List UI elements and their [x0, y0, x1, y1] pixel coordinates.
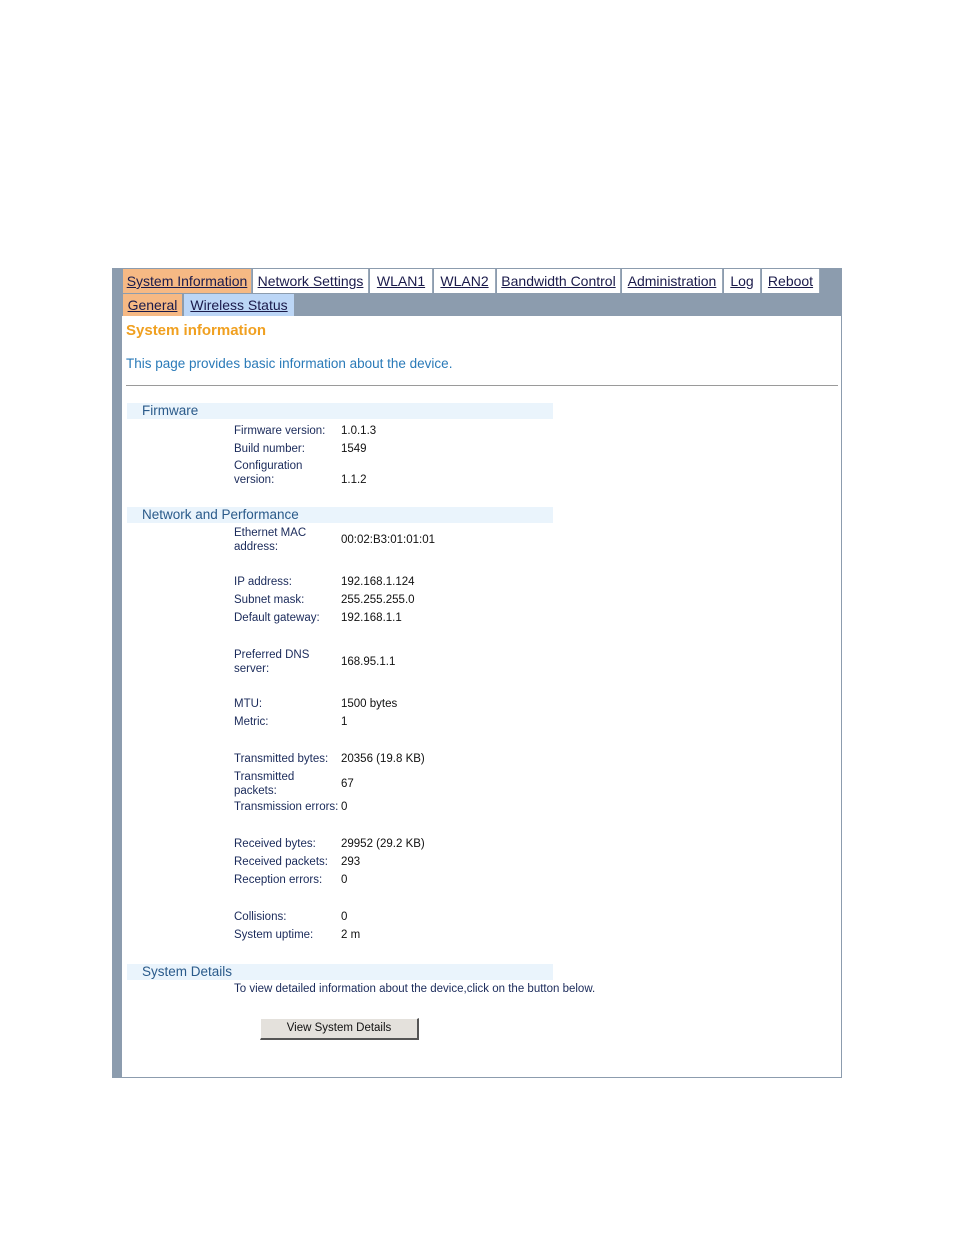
tab-log[interactable]: Log	[724, 269, 761, 293]
value-configuration-version: 1.1.2	[341, 474, 367, 486]
label-collisions: Collisions:	[234, 911, 287, 923]
label-configuration-version: Configuration version:	[234, 460, 303, 486]
label-metric: Metric:	[234, 716, 269, 728]
value-transmission-errors: 0	[341, 801, 348, 813]
section-header-system-details: System Details	[127, 964, 553, 980]
value-system-uptime: 2 m	[341, 929, 361, 941]
value-ethernet-mac: 00:02:B3:01:01:01	[341, 534, 435, 546]
value-preferred-dns: 168.95.1.1	[341, 656, 396, 668]
divider	[126, 385, 838, 386]
value-mtu: 1500 bytes	[341, 698, 398, 710]
system-details-note: To view detailed information about the d…	[234, 983, 596, 995]
label-subnet-mask: Subnet mask:	[234, 594, 305, 606]
label-firmware-version: Firmware version:	[234, 425, 326, 437]
label-transmitted-bytes: Transmitted bytes:	[234, 753, 329, 765]
subtab-general[interactable]: General	[123, 294, 182, 316]
value-collisions: 0	[341, 911, 348, 923]
section-title: Network and Performance	[142, 507, 299, 522]
tab-wlan2[interactable]: WLAN2	[434, 269, 496, 293]
value-firmware-version: 1.0.1.3	[341, 425, 377, 437]
value-metric: 1	[341, 716, 348, 728]
page-description: This page provides basic information abo…	[126, 356, 453, 371]
tab-bandwidth-control[interactable]: Bandwidth Control	[497, 269, 621, 293]
label-system-uptime: System uptime:	[234, 929, 314, 941]
value-received-bytes: 29952 (29.2 KB)	[341, 838, 425, 850]
section-header-network: Network and Performance	[127, 507, 553, 523]
tab-system-information[interactable]: System Information	[123, 269, 252, 293]
value-build-number: 1549	[341, 443, 367, 455]
page-title: System information	[126, 322, 267, 339]
value-received-packets: 293	[341, 856, 361, 868]
label-transmission-errors: Transmission errors:	[234, 801, 339, 813]
label-ip-address: IP address:	[234, 576, 292, 588]
value-default-gateway: 192.168.1.1	[341, 612, 402, 624]
label-ethernet-mac: Ethernet MAC address:	[234, 527, 307, 553]
section-title: Firmware	[142, 403, 199, 418]
label-default-gateway: Default gateway:	[234, 612, 320, 624]
tab-wlan1[interactable]: WLAN1	[370, 269, 433, 293]
tab-reboot[interactable]: Reboot	[762, 269, 820, 293]
section-header-firmware: Firmware	[127, 403, 553, 419]
subtab-wireless-status[interactable]: Wireless Status	[184, 294, 294, 316]
label-preferred-dns: Preferred DNS server:	[234, 649, 310, 675]
label-mtu: MTU:	[234, 698, 263, 710]
label-build-number: Build number:	[234, 443, 305, 455]
section-title: System Details	[142, 964, 233, 979]
view-system-details-button[interactable]: View System Details	[260, 1018, 419, 1040]
tab-administration[interactable]: Administration	[622, 269, 723, 293]
value-ip-address: 192.168.1.124	[341, 576, 415, 588]
value-reception-errors: 0	[341, 874, 348, 886]
content-panel: System information This page provides ba…	[122, 316, 841, 1077]
label-transmitted-packets: Transmitted packets:	[234, 771, 295, 797]
value-subnet-mask: 255.255.255.0	[341, 594, 415, 606]
label-received-bytes: Received bytes:	[234, 838, 316, 850]
label-received-packets: Received packets:	[234, 856, 328, 868]
label-reception-errors: Reception errors:	[234, 874, 323, 886]
tab-network-settings[interactable]: Network Settings	[253, 269, 369, 293]
value-transmitted-bytes: 20356 (19.8 KB)	[341, 753, 425, 765]
value-transmitted-packets: 67	[341, 778, 354, 790]
admin-frame: System Information Network Settings WLAN…	[112, 268, 842, 1078]
